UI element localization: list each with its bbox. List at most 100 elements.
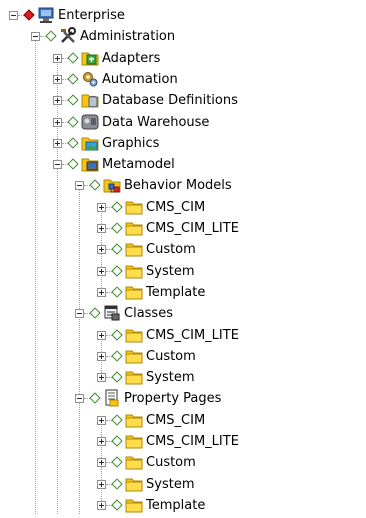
expand-icon[interactable] [97,373,106,383]
green-diamond-icon [45,30,57,42]
tree-node[interactable]: System [0,367,366,388]
green-diamond-icon [111,499,123,511]
tree-node-label[interactable]: Custom [146,347,196,366]
collapse-icon[interactable] [75,309,84,319]
tree-node-label[interactable]: Template [146,496,205,515]
tree-node[interactable]: Template [0,495,366,516]
tree-node[interactable]: CMS_CIM_LITE [0,431,366,452]
expand-icon[interactable] [97,224,106,233]
tree-node[interactable]: System [0,261,366,282]
tree-node[interactable]: Data Warehouse [0,112,366,133]
tree-node-label[interactable]: System [146,262,194,281]
tree-node[interactable]: Metamodel [0,154,366,175]
folder-icon [125,347,143,365]
tree-node-label[interactable]: Template [146,283,205,302]
expand-icon[interactable] [97,287,106,297]
database-folder-icon [81,91,99,109]
tree-node-label[interactable]: System [146,475,194,494]
green-diamond-icon [89,179,101,192]
expand-icon[interactable] [97,202,106,212]
metamodel-icon [81,155,99,173]
tree-node[interactable]: Custom [0,346,366,367]
tree-node-label[interactable]: Classes [124,304,173,323]
expand-icon[interactable] [97,437,106,446]
collapse-icon[interactable] [75,181,84,191]
tree-node-label[interactable]: Enterprise [58,6,125,25]
green-diamond-icon [67,137,79,149]
tree-node[interactable]: Custom [0,452,366,473]
green-diamond-icon [111,435,123,447]
tree-node-label[interactable]: System [146,368,194,387]
red-diamond-icon [23,9,35,21]
green-diamond-icon [111,477,123,490]
property-pages-icon [103,389,121,407]
folder-icon [125,496,143,514]
tree-node-label[interactable]: Graphics [102,134,159,153]
data-warehouse-icon [81,113,99,131]
tree-node-label[interactable]: Database Definitions [102,91,238,110]
tree-node-label[interactable]: Behavior Models [124,176,232,195]
expand-icon[interactable] [97,351,106,361]
tree-node-label[interactable]: Adapters [102,49,160,68]
tree-node[interactable]: Classes [0,303,366,324]
expand-icon[interactable] [53,74,62,84]
tree-node-label[interactable]: Administration [80,27,175,46]
collapse-icon[interactable] [75,394,84,404]
tree-node[interactable]: Property Pages [0,388,366,409]
tree-node-label[interactable]: CMS_CIM_LITE [146,219,239,238]
tree-node-label[interactable]: Metamodel [102,155,175,174]
server-icon [37,6,55,24]
tree-node[interactable]: Enterprise [0,5,366,26]
green-diamond-icon [67,158,79,170]
tree-node[interactable]: CMS_CIM [0,197,366,218]
green-diamond-icon [111,456,123,468]
expand-icon[interactable] [97,266,106,276]
tree-node-label[interactable]: Custom [146,453,196,472]
expand-icon[interactable] [97,245,106,255]
tree-node-label[interactable]: CMS_CIM [146,198,205,217]
tree-node-label[interactable]: Automation [102,70,178,89]
tree-view[interactable]: Enterprise Administration Adapters Automati… [0,0,366,514]
green-diamond-icon [111,286,123,298]
tools-icon [59,27,77,45]
tree-node[interactable]: CMS_CIM [0,410,366,431]
tree-node-label[interactable]: CMS_CIM_LITE [146,326,239,345]
folder-icon [125,219,143,237]
expand-icon[interactable] [53,117,62,127]
tree-node[interactable]: Behavior Models [0,175,366,196]
expand-icon[interactable] [53,96,62,106]
tree-node[interactable]: Template [0,282,366,303]
classes-icon [103,304,121,322]
tree-node[interactable]: Database Definitions [0,90,366,111]
folder-icon [125,198,143,216]
tree-node[interactable]: Graphics [0,133,366,154]
tree-node[interactable]: Adapters [0,48,366,69]
collapse-icon[interactable] [53,160,62,170]
expand-icon[interactable] [97,330,106,340]
tree-node[interactable]: Custom [0,239,366,260]
tree-node[interactable]: System [0,474,366,495]
green-diamond-icon [67,115,79,128]
tree-node[interactable]: CMS_CIM_LITE [0,218,366,239]
expand-icon[interactable] [97,458,106,468]
tree-node-label[interactable]: Data Warehouse [102,113,209,132]
tree-node[interactable]: Administration [0,26,366,47]
tree-node-label[interactable]: Property Pages [124,389,221,408]
folder-icon [125,368,143,386]
tree-node-label[interactable]: Custom [146,240,196,259]
tree-node[interactable]: CMS_CIM_LITE [0,325,366,346]
collapse-icon[interactable] [31,32,40,42]
green-diamond-icon [67,73,79,85]
expand-icon[interactable] [53,138,62,148]
expand-icon[interactable] [97,479,106,489]
collapse-icon[interactable] [9,11,18,20]
tree-node[interactable]: Automation [0,69,366,90]
green-diamond-icon [111,371,123,383]
expand-icon[interactable] [97,415,106,425]
green-diamond-icon [67,51,79,64]
tree-node-label[interactable]: CMS_CIM_LITE [146,432,239,451]
expand-icon[interactable] [53,53,62,63]
expand-icon[interactable] [97,500,106,510]
automation-gear-icon [81,70,99,88]
tree-node-label[interactable]: CMS_CIM [146,411,205,430]
